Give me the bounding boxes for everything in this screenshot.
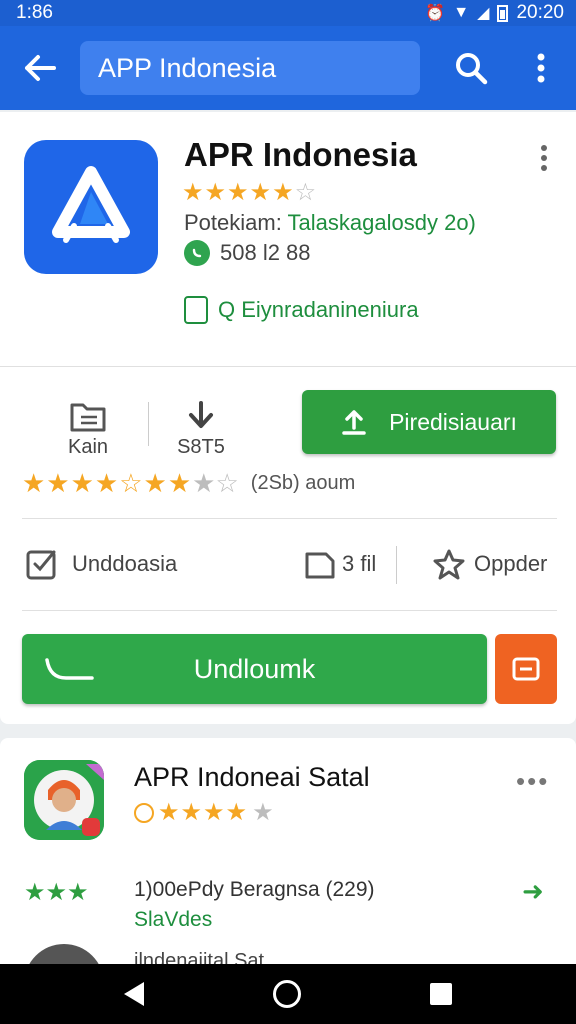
nav-recents-icon[interactable] — [429, 983, 452, 1005]
search-field[interactable]: APP Indonesia — [80, 41, 420, 95]
action-2-label: 3 fil — [342, 551, 377, 576]
nav-home-icon[interactable] — [272, 980, 301, 1008]
feature-label: Q Eiynradanineniura — [218, 297, 419, 322]
tablet-icon — [305, 552, 335, 579]
back-button[interactable] — [0, 26, 80, 110]
related-app-menu-button[interactable]: ••• — [516, 766, 549, 797]
status-time-right: 20:20 — [516, 2, 564, 23]
action-item-1[interactable]: Unddoasia — [26, 548, 177, 580]
related-app-rating: ★★★★ ★ — [134, 798, 274, 827]
overflow-menu-button[interactable] — [506, 26, 576, 110]
app-detail-card: APR Indonesia ★★★★★☆ Potekiam: Talaskaga… — [0, 112, 576, 724]
stat-item-2[interactable]: S8T5 — [170, 396, 232, 459]
related-app-card[interactable]: APR Indoneai Satal ••• ★★★★ ★ ★★★ 1)00ePd… — [0, 738, 576, 984]
divider — [0, 366, 576, 367]
app-title: APR Indonesia — [184, 136, 417, 173]
secondary-orange-button[interactable] — [495, 634, 557, 704]
action-separator — [396, 546, 397, 584]
card-menu-button[interactable] — [530, 140, 558, 176]
status-bar: 1:86 ⏰ ▼ ◢ 20:20 — [0, 0, 576, 26]
primary-button-label: Piredisiauarı — [389, 408, 517, 435]
next-app-title: ilndenaiital Sat — [134, 950, 265, 964]
divider — [22, 610, 557, 611]
checkbox-icon — [26, 550, 56, 580]
feature-icon — [184, 296, 208, 324]
stars-empty: ★☆ — [192, 468, 239, 498]
nav-back-icon[interactable] — [124, 982, 145, 1006]
action-item-3[interactable]: Oppder — [432, 548, 547, 580]
review-line: 1)00ePdy Beragnsa (229) — [134, 878, 375, 901]
download-icon — [186, 396, 216, 436]
main-install-label: Undloumk — [193, 653, 316, 684]
primary-action-button[interactable]: Piredisiauarı — [302, 390, 556, 454]
stat-2-label: S8T5 — [177, 436, 225, 458]
feature-row[interactable]: Q Eiynradanineniura — [184, 296, 419, 324]
green-stars: ★★★ — [24, 879, 89, 906]
search-text: APP Indonesia — [98, 52, 277, 83]
more-vert-icon — [537, 53, 545, 83]
whatsapp-row: 508 l2 88 — [184, 240, 311, 266]
app-logo-icon — [52, 166, 130, 243]
app-rating: ★★★★★☆ — [182, 178, 316, 207]
stat-item-1[interactable]: Kain — [60, 396, 116, 459]
stars-mixed: ☆★★ — [119, 468, 193, 498]
publisher: Potekiam: Talaskagalosdy 2o) — [184, 210, 476, 236]
rating-count: (2Sb) aoum — [250, 472, 356, 494]
action-1-label: Unddoasia — [72, 551, 178, 576]
star-add-icon — [433, 549, 465, 580]
action-3-label: Oppder — [474, 551, 548, 576]
whatsapp-icon — [184, 240, 210, 266]
back-arrow-icon — [25, 55, 56, 81]
publisher-value[interactable]: Talaskagalosdy 2o) — [288, 210, 476, 235]
phone-curve-icon — [45, 658, 94, 680]
more-vert-icon — [541, 145, 547, 171]
signal-icon: ◢ — [477, 5, 490, 22]
system-nav-bar — [0, 964, 576, 1024]
app-bar: APP Indonesia — [0, 26, 576, 110]
main-install-button[interactable]: Undloumk — [22, 634, 487, 704]
upload-icon — [342, 410, 366, 435]
stat-separator — [148, 402, 149, 446]
search-button[interactable] — [436, 26, 506, 110]
publisher-label: Potekiam: — [184, 210, 282, 235]
avatar-icon — [24, 760, 104, 840]
status-icons: ⏰ ▼ ◢ 20:20 — [425, 2, 564, 24]
search-icon — [456, 53, 488, 85]
rating-summary-stars: ★★★★☆★★★☆ — [22, 468, 239, 499]
action-item-2[interactable]: 3 fil — [304, 548, 376, 580]
wifi-icon: ▼ — [453, 4, 470, 21]
alarm-icon: ⏰ — [425, 5, 446, 22]
rating-stars: ★★★★★ — [182, 179, 295, 206]
emoji-icon — [134, 802, 154, 823]
stat-1-label: Kain — [67, 436, 109, 458]
battery-icon — [497, 4, 509, 22]
related-star-empty: ★ — [252, 799, 274, 826]
arrow-right-icon[interactable]: ➜ — [522, 876, 544, 907]
whatsapp-count: 508 l2 88 — [220, 240, 311, 265]
screen-icon — [512, 657, 540, 681]
document-icon — [69, 396, 107, 436]
related-app-icon[interactable] — [24, 760, 104, 840]
app-icon[interactable] — [24, 140, 158, 274]
review-sub[interactable]: SlaVdes — [134, 908, 212, 932]
related-stars: ★★★★ — [158, 799, 249, 826]
rating-summary: ★★★★☆★★★☆ (2Sb) aoum — [22, 468, 355, 499]
stars-filled: ★★★★ — [22, 468, 120, 498]
divider — [22, 518, 557, 519]
related-app-title: APR Indoneai Satal — [134, 762, 370, 792]
status-time-left: 1:86 — [16, 2, 53, 23]
rating-star-empty: ☆ — [294, 179, 317, 206]
